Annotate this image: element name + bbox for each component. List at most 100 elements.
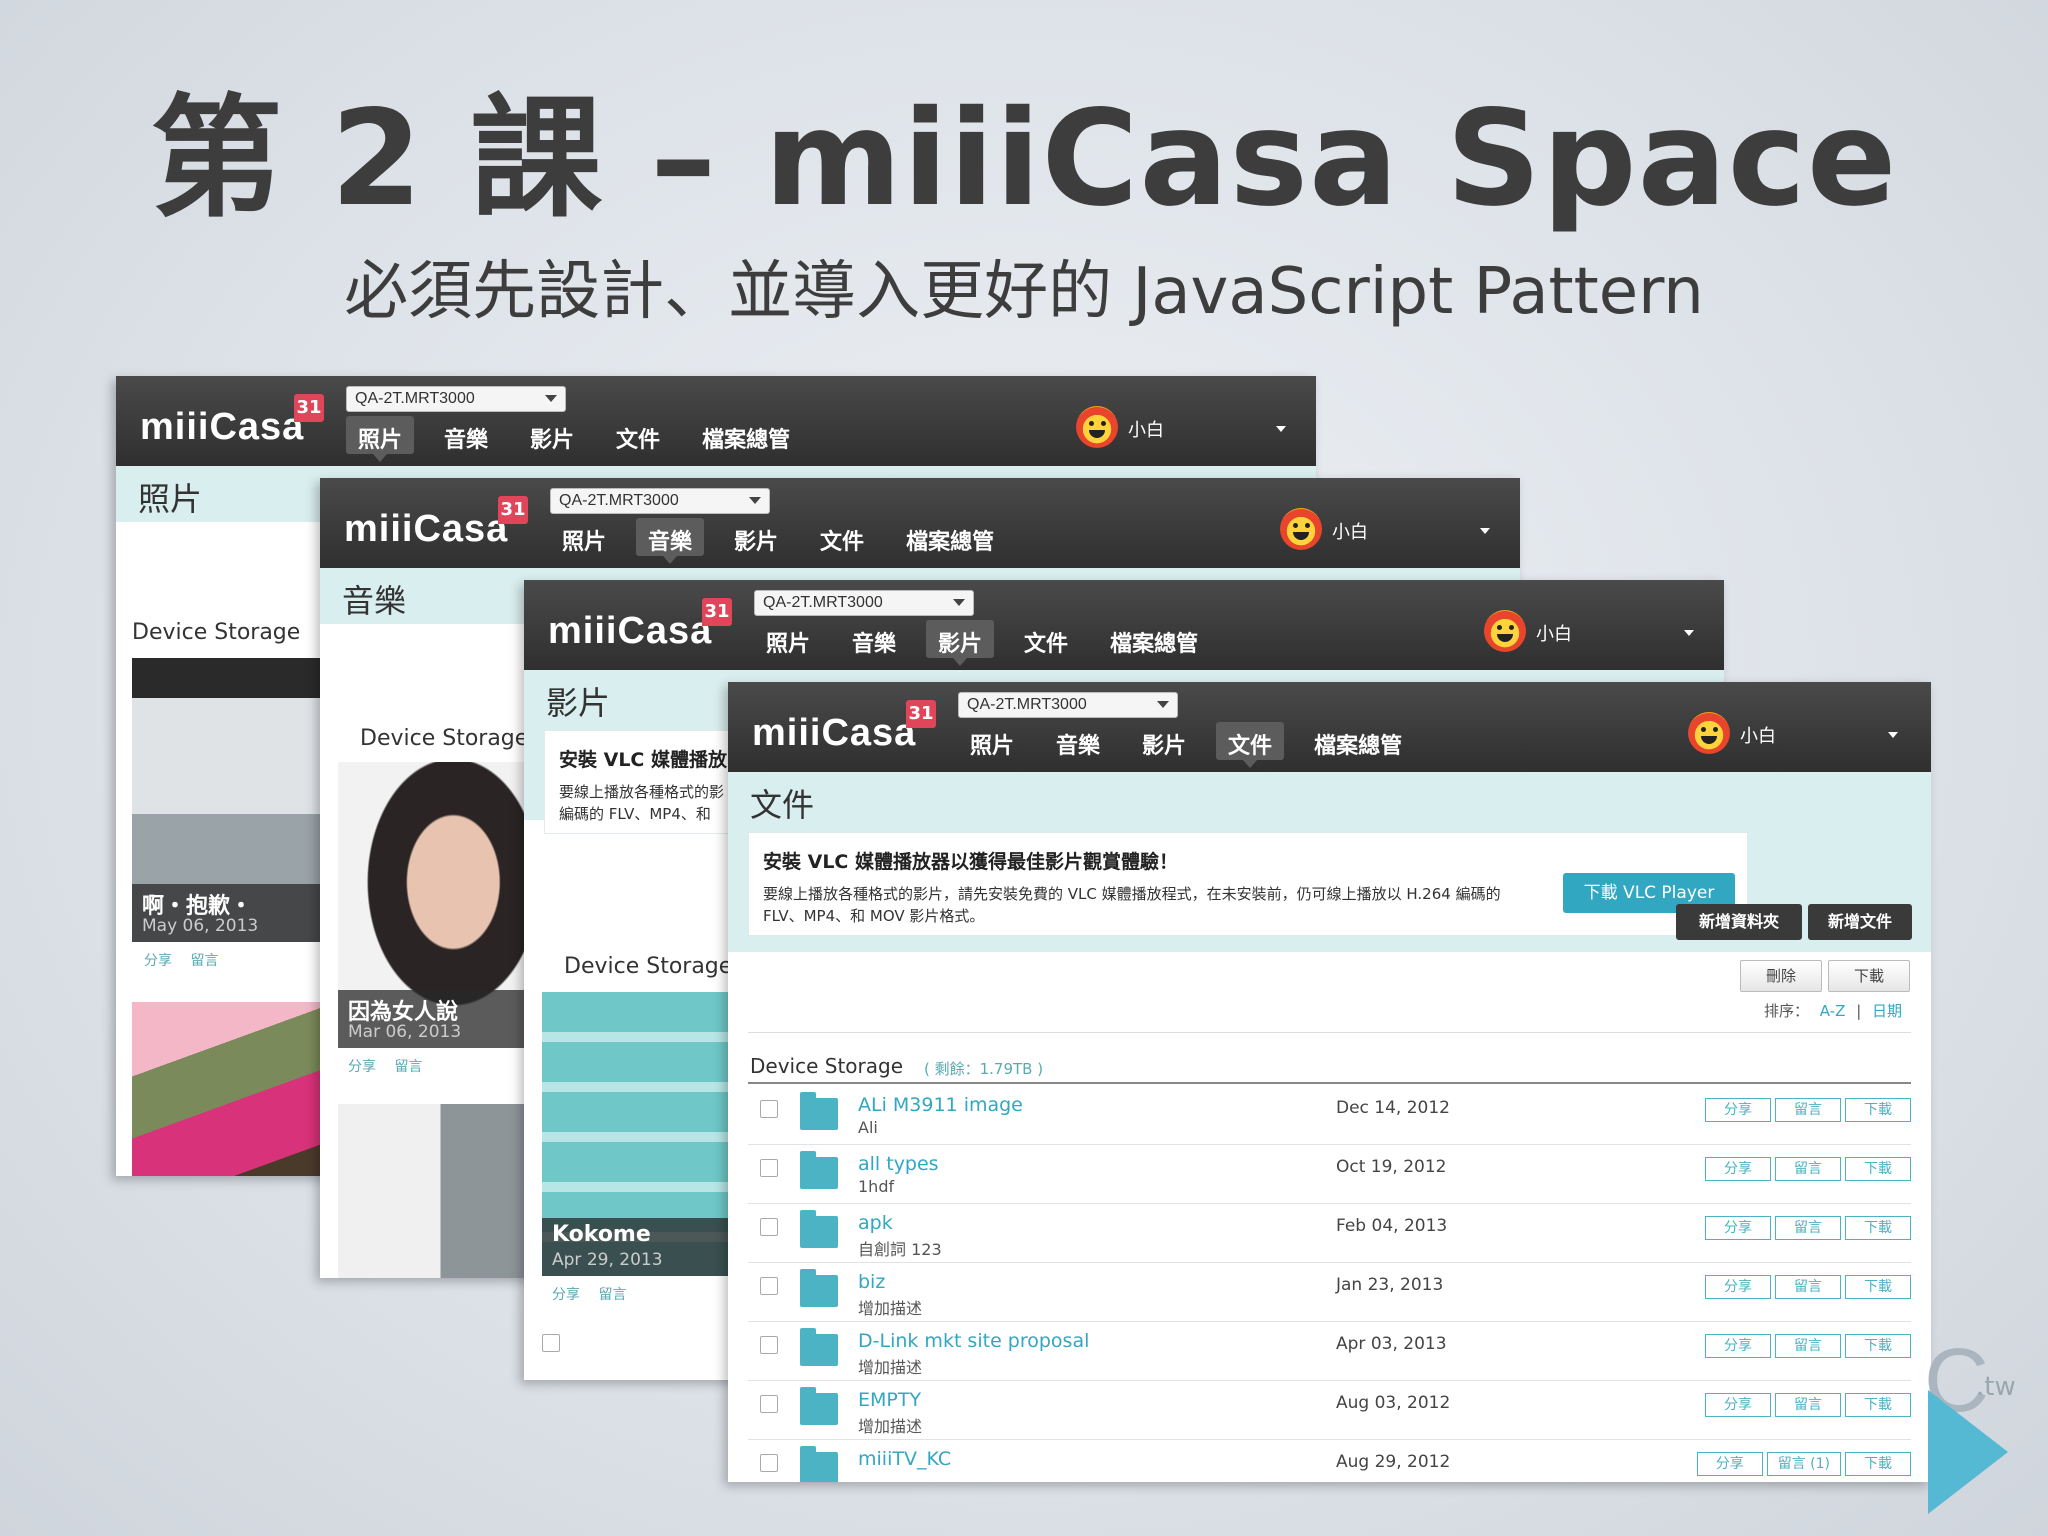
file-row[interactable]: all types 1hdf Oct 19, 2012 分享 留言 下載	[748, 1145, 1911, 1204]
share-button[interactable]: 分享	[1705, 1334, 1771, 1358]
file-name[interactable]: ALi M3911 image	[858, 1094, 1023, 1116]
nav-videos[interactable]: 影片	[926, 620, 995, 666]
file-name[interactable]: biz	[858, 1271, 885, 1293]
chevron-down-icon[interactable]	[1276, 426, 1286, 432]
comment-button[interactable]: 留言	[1775, 1334, 1841, 1358]
download-row-button[interactable]: 下載	[1845, 1393, 1911, 1417]
folder-icon[interactable]	[800, 1092, 838, 1130]
share-button[interactable]: 分享	[1696, 1452, 1763, 1476]
delete-button[interactable]: 刪除	[1740, 960, 1822, 992]
download-row-button[interactable]: 下載	[1845, 1098, 1911, 1122]
video-thumbnail[interactable]: Kokome Apr 29, 2013	[542, 992, 728, 1276]
comment-link[interactable]: 留言	[598, 1287, 626, 1303]
nav-music[interactable]: 音樂	[840, 620, 908, 658]
notification-badge[interactable]: 31	[498, 496, 528, 524]
folder-icon[interactable]	[800, 1328, 838, 1366]
comment-button[interactable]: 留言 (1)	[1766, 1452, 1841, 1476]
nav-photos[interactable]: 照片	[550, 518, 618, 556]
photo-thumbnail[interactable]	[132, 1002, 320, 1176]
avatar[interactable]	[1280, 508, 1322, 550]
row-checkbox[interactable]	[760, 1277, 778, 1295]
nav-file-manager[interactable]: 檔案總管	[1302, 722, 1414, 760]
sort-date-link[interactable]: 日期	[1872, 1002, 1902, 1020]
new-folder-button[interactable]: 新增資料夾	[1676, 904, 1802, 940]
share-button[interactable]: 分享	[1705, 1216, 1771, 1240]
nav-file-manager[interactable]: 檔案總管	[1098, 620, 1210, 658]
notification-badge[interactable]: 31	[294, 394, 324, 422]
nav-videos[interactable]: 影片	[722, 518, 790, 556]
share-link[interactable]: 分享	[552, 1287, 580, 1303]
file-description[interactable]: 增加描述	[858, 1295, 922, 1319]
nav-file-manager[interactable]: 檔案總管	[894, 518, 1006, 556]
album-thumbnail[interactable]: 因為女人說 Mar 06, 2013	[338, 762, 524, 1048]
app-logo[interactable]: miiiCasa	[752, 712, 916, 755]
file-row[interactable]: ALi M3911 image Ali Dec 14, 2012 分享 留言 下載	[748, 1086, 1911, 1145]
nav-music[interactable]: 音樂	[636, 518, 705, 564]
user-name[interactable]: 小白	[1740, 722, 1776, 748]
notification-badge[interactable]: 31	[906, 700, 936, 728]
row-checkbox[interactable]	[760, 1454, 778, 1472]
file-name[interactable]: D-Link mkt site proposal	[858, 1330, 1089, 1352]
folder-icon[interactable]	[800, 1151, 838, 1189]
share-button[interactable]: 分享	[1705, 1393, 1771, 1417]
file-description[interactable]: 1hdf	[858, 1177, 894, 1196]
device-select[interactable]: QA-2T.MRT3000	[958, 692, 1178, 718]
notification-badge[interactable]: 31	[702, 598, 732, 626]
row-checkbox[interactable]	[760, 1336, 778, 1354]
file-row[interactable]: D-Link mkt site proposal 增加描述 Apr 03, 2013…	[748, 1322, 1911, 1381]
download-row-button[interactable]: 下載	[1845, 1157, 1911, 1181]
nav-music[interactable]: 音樂	[432, 416, 500, 454]
file-description[interactable]: 增加描述	[858, 1354, 922, 1378]
file-row[interactable]: biz 增加描述 Jan 23, 2013 分享 留言 下載	[748, 1263, 1911, 1322]
user-name[interactable]: 小白	[1128, 416, 1164, 442]
file-name[interactable]: EMPTY	[858, 1389, 921, 1411]
nav-documents[interactable]: 文件	[808, 518, 876, 556]
device-select[interactable]: QA-2T.MRT3000	[346, 386, 566, 412]
item-checkbox[interactable]	[542, 1334, 560, 1352]
row-checkbox[interactable]	[760, 1218, 778, 1236]
new-file-button[interactable]: 新增文件	[1808, 904, 1912, 940]
comment-link[interactable]: 留言	[190, 953, 218, 969]
app-logo[interactable]: miiiCasa	[548, 610, 712, 653]
nav-photos[interactable]: 照片	[754, 620, 822, 658]
nav-documents[interactable]: 文件	[1012, 620, 1080, 658]
folder-icon[interactable]	[800, 1387, 838, 1425]
comment-button[interactable]: 留言	[1775, 1393, 1841, 1417]
avatar[interactable]	[1688, 712, 1730, 754]
device-select[interactable]: QA-2T.MRT3000	[550, 488, 770, 514]
file-description[interactable]: 自創詞 123	[858, 1236, 942, 1260]
folder-icon[interactable]	[800, 1269, 838, 1307]
file-name[interactable]: all types	[858, 1153, 939, 1175]
nav-documents[interactable]: 文件	[1216, 722, 1285, 768]
folder-icon[interactable]	[800, 1210, 838, 1248]
device-select[interactable]: QA-2T.MRT3000	[754, 590, 974, 616]
app-logo[interactable]: miiiCasa	[344, 508, 508, 551]
file-description[interactable]: 增加描述	[858, 1413, 922, 1437]
chevron-down-icon[interactable]	[1480, 528, 1490, 534]
avatar[interactable]	[1076, 406, 1118, 448]
user-name[interactable]: 小白	[1332, 518, 1368, 544]
file-row[interactable]: miiiTV_KC Aug 29, 2012 分享 留言 (1) 下載	[748, 1440, 1911, 1482]
download-row-button[interactable]: 下載	[1845, 1216, 1911, 1240]
share-link[interactable]: 分享	[144, 953, 172, 969]
file-row[interactable]: apk 自創詞 123 Feb 04, 2013 分享 留言 下載	[748, 1204, 1911, 1263]
avatar[interactable]	[1484, 610, 1526, 652]
row-checkbox[interactable]	[760, 1395, 778, 1413]
photo-thumbnail[interactable]: 啊・抱歉・ May 06, 2013	[132, 658, 320, 942]
nav-photos[interactable]: 照片	[346, 416, 415, 462]
chevron-down-icon[interactable]	[1684, 630, 1694, 636]
nav-photos[interactable]: 照片	[958, 722, 1026, 760]
comment-button[interactable]: 留言	[1775, 1275, 1841, 1299]
row-checkbox[interactable]	[760, 1159, 778, 1177]
file-row[interactable]: EMPTY 增加描述 Aug 03, 2012 分享 留言 下載	[748, 1381, 1911, 1440]
nav-videos[interactable]: 影片	[1130, 722, 1198, 760]
share-link[interactable]: 分享	[348, 1059, 376, 1075]
share-button[interactable]: 分享	[1705, 1098, 1771, 1122]
file-name[interactable]: apk	[858, 1212, 893, 1234]
row-checkbox[interactable]	[760, 1100, 778, 1118]
chevron-down-icon[interactable]	[1888, 732, 1898, 738]
file-description[interactable]: Ali	[858, 1118, 878, 1137]
comment-button[interactable]: 留言	[1775, 1098, 1841, 1122]
share-button[interactable]: 分享	[1705, 1157, 1771, 1181]
download-button[interactable]: 下載	[1828, 960, 1910, 992]
